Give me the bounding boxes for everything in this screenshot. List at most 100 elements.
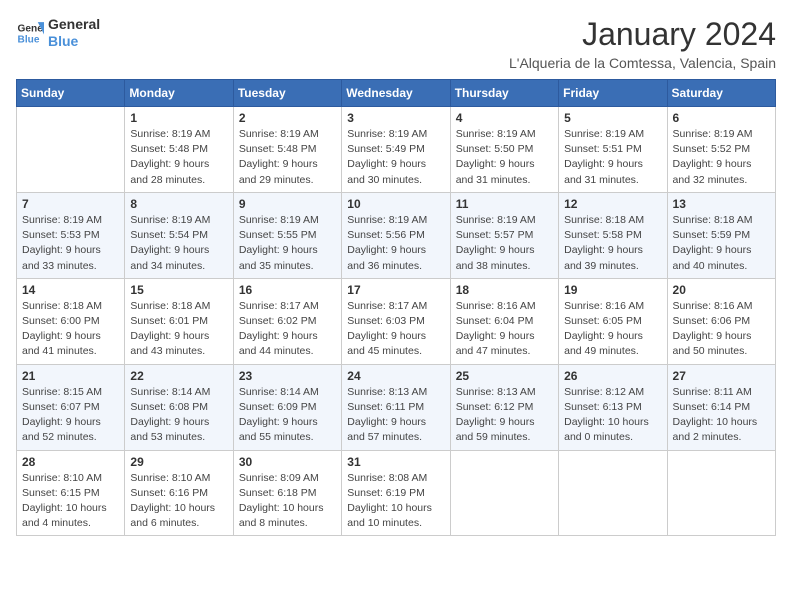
calendar-cell: 21Sunrise: 8:15 AM Sunset: 6:07 PM Dayli… <box>17 364 125 450</box>
page-header: General Blue General Blue January 2024 L… <box>16 16 776 71</box>
day-info: Sunrise: 8:12 AM Sunset: 6:13 PM Dayligh… <box>564 385 661 446</box>
day-number: 31 <box>347 455 444 469</box>
calendar-cell <box>450 450 558 536</box>
day-info: Sunrise: 8:19 AM Sunset: 5:48 PM Dayligh… <box>239 127 336 188</box>
calendar-cell: 30Sunrise: 8:09 AM Sunset: 6:18 PM Dayli… <box>233 450 341 536</box>
day-number: 1 <box>130 111 227 125</box>
calendar-subtitle: L'Alqueria de la Comtessa, Valencia, Spa… <box>509 55 776 71</box>
weekday-header-friday: Friday <box>559 80 667 107</box>
calendar-cell: 6 Sunrise: 8:19 AM Sunset: 5:52 PM Daylig… <box>667 107 775 193</box>
calendar-cell: 5 Sunrise: 8:19 AM Sunset: 5:51 PM Daylig… <box>559 107 667 193</box>
day-number: 28 <box>22 455 119 469</box>
day-number: 29 <box>130 455 227 469</box>
weekday-header-wednesday: Wednesday <box>342 80 450 107</box>
calendar-cell: 19 Sunrise: 8:16 AM Sunset: 6:05 PM Dayli… <box>559 278 667 364</box>
calendar-cell: 7Sunrise: 8:19 AM Sunset: 5:53 PM Daylig… <box>17 192 125 278</box>
day-number: 6 <box>673 111 770 125</box>
calendar-cell: 22 Sunrise: 8:14 AM Sunset: 6:08 PM Dayli… <box>125 364 233 450</box>
day-info: Sunrise: 8:17 AM Sunset: 6:03 PM Dayligh… <box>347 299 444 360</box>
day-number: 20 <box>673 283 770 297</box>
logo-line2: Blue <box>48 33 100 50</box>
day-info: Sunrise: 8:18 AM Sunset: 6:01 PM Dayligh… <box>130 299 227 360</box>
weekday-header-thursday: Thursday <box>450 80 558 107</box>
calendar-cell: 10 Sunrise: 8:19 AM Sunset: 5:56 PM Dayli… <box>342 192 450 278</box>
calendar-cell: 15 Sunrise: 8:18 AM Sunset: 6:01 PM Dayli… <box>125 278 233 364</box>
day-number: 11 <box>456 197 553 211</box>
calendar-cell: 17Sunrise: 8:17 AM Sunset: 6:03 PM Dayli… <box>342 278 450 364</box>
svg-text:Blue: Blue <box>18 34 40 45</box>
day-info: Sunrise: 8:19 AM Sunset: 5:54 PM Dayligh… <box>130 213 227 274</box>
calendar-title: January 2024 <box>509 16 776 53</box>
week-row-1: 1 Sunrise: 8:19 AM Sunset: 5:48 PM Daylig… <box>17 107 776 193</box>
calendar-table: SundayMondayTuesdayWednesdayThursdayFrid… <box>16 79 776 536</box>
day-info: Sunrise: 8:18 AM Sunset: 5:59 PM Dayligh… <box>673 213 770 274</box>
day-number: 8 <box>130 197 227 211</box>
day-number: 7 <box>22 197 119 211</box>
day-number: 2 <box>239 111 336 125</box>
day-info: Sunrise: 8:19 AM Sunset: 5:51 PM Dayligh… <box>564 127 661 188</box>
calendar-cell: 29 Sunrise: 8:10 AM Sunset: 6:16 PM Dayli… <box>125 450 233 536</box>
calendar-cell: 27 Sunrise: 8:11 AM Sunset: 6:14 PM Dayli… <box>667 364 775 450</box>
day-number: 15 <box>130 283 227 297</box>
calendar-cell: 20 Sunrise: 8:16 AM Sunset: 6:06 PM Dayli… <box>667 278 775 364</box>
day-number: 13 <box>673 197 770 211</box>
day-info: Sunrise: 8:19 AM Sunset: 5:48 PM Dayligh… <box>130 127 227 188</box>
day-number: 19 <box>564 283 661 297</box>
day-number: 10 <box>347 197 444 211</box>
day-number: 12 <box>564 197 661 211</box>
week-row-4: 21Sunrise: 8:15 AM Sunset: 6:07 PM Dayli… <box>17 364 776 450</box>
day-number: 4 <box>456 111 553 125</box>
day-info: Sunrise: 8:11 AM Sunset: 6:14 PM Dayligh… <box>673 385 770 446</box>
weekday-header-row: SundayMondayTuesdayWednesdayThursdayFrid… <box>17 80 776 107</box>
calendar-cell: 25 Sunrise: 8:13 AM Sunset: 6:12 PM Dayli… <box>450 364 558 450</box>
day-info: Sunrise: 8:19 AM Sunset: 5:52 PM Dayligh… <box>673 127 770 188</box>
day-number: 14 <box>22 283 119 297</box>
calendar-cell <box>559 450 667 536</box>
calendar-cell: 24 Sunrise: 8:13 AM Sunset: 6:11 PM Dayli… <box>342 364 450 450</box>
day-number: 3 <box>347 111 444 125</box>
day-info: Sunrise: 8:18 AM Sunset: 6:00 PM Dayligh… <box>22 299 119 360</box>
calendar-cell: 14 Sunrise: 8:18 AM Sunset: 6:00 PM Dayli… <box>17 278 125 364</box>
day-info: Sunrise: 8:16 AM Sunset: 6:06 PM Dayligh… <box>673 299 770 360</box>
day-number: 25 <box>456 369 553 383</box>
weekday-header-saturday: Saturday <box>667 80 775 107</box>
logo: General Blue General Blue <box>16 16 100 50</box>
day-info: Sunrise: 8:19 AM Sunset: 5:56 PM Dayligh… <box>347 213 444 274</box>
day-number: 5 <box>564 111 661 125</box>
day-info: Sunrise: 8:17 AM Sunset: 6:02 PM Dayligh… <box>239 299 336 360</box>
week-row-3: 14 Sunrise: 8:18 AM Sunset: 6:00 PM Dayli… <box>17 278 776 364</box>
day-info: Sunrise: 8:19 AM Sunset: 5:57 PM Dayligh… <box>456 213 553 274</box>
day-info: Sunrise: 8:19 AM Sunset: 5:55 PM Dayligh… <box>239 213 336 274</box>
day-number: 21 <box>22 369 119 383</box>
calendar-cell <box>17 107 125 193</box>
day-info: Sunrise: 8:16 AM Sunset: 6:05 PM Dayligh… <box>564 299 661 360</box>
day-number: 27 <box>673 369 770 383</box>
logo-icon: General Blue <box>16 19 44 47</box>
calendar-cell: 1 Sunrise: 8:19 AM Sunset: 5:48 PM Daylig… <box>125 107 233 193</box>
calendar-cell: 31Sunrise: 8:08 AM Sunset: 6:19 PM Dayli… <box>342 450 450 536</box>
week-row-5: 28 Sunrise: 8:10 AM Sunset: 6:15 PM Dayli… <box>17 450 776 536</box>
day-info: Sunrise: 8:14 AM Sunset: 6:08 PM Dayligh… <box>130 385 227 446</box>
day-number: 24 <box>347 369 444 383</box>
calendar-cell: 26 Sunrise: 8:12 AM Sunset: 6:13 PM Dayli… <box>559 364 667 450</box>
day-info: Sunrise: 8:10 AM Sunset: 6:15 PM Dayligh… <box>22 471 119 532</box>
day-info: Sunrise: 8:16 AM Sunset: 6:04 PM Dayligh… <box>456 299 553 360</box>
calendar-cell: 23Sunrise: 8:14 AM Sunset: 6:09 PM Dayli… <box>233 364 341 450</box>
weekday-header-monday: Monday <box>125 80 233 107</box>
calendar-cell: 3 Sunrise: 8:19 AM Sunset: 5:49 PM Daylig… <box>342 107 450 193</box>
weekday-header-sunday: Sunday <box>17 80 125 107</box>
calendar-cell <box>667 450 775 536</box>
calendar-cell: 18 Sunrise: 8:16 AM Sunset: 6:04 PM Dayli… <box>450 278 558 364</box>
calendar-cell: 12Sunrise: 8:18 AM Sunset: 5:58 PM Dayli… <box>559 192 667 278</box>
day-info: Sunrise: 8:19 AM Sunset: 5:49 PM Dayligh… <box>347 127 444 188</box>
title-area: January 2024 L'Alqueria de la Comtessa, … <box>509 16 776 71</box>
day-number: 26 <box>564 369 661 383</box>
calendar-cell: 16Sunrise: 8:17 AM Sunset: 6:02 PM Dayli… <box>233 278 341 364</box>
day-number: 18 <box>456 283 553 297</box>
calendar-cell: 13 Sunrise: 8:18 AM Sunset: 5:59 PM Dayli… <box>667 192 775 278</box>
day-number: 22 <box>130 369 227 383</box>
day-info: Sunrise: 8:13 AM Sunset: 6:11 PM Dayligh… <box>347 385 444 446</box>
day-info: Sunrise: 8:13 AM Sunset: 6:12 PM Dayligh… <box>456 385 553 446</box>
day-number: 9 <box>239 197 336 211</box>
day-info: Sunrise: 8:10 AM Sunset: 6:16 PM Dayligh… <box>130 471 227 532</box>
